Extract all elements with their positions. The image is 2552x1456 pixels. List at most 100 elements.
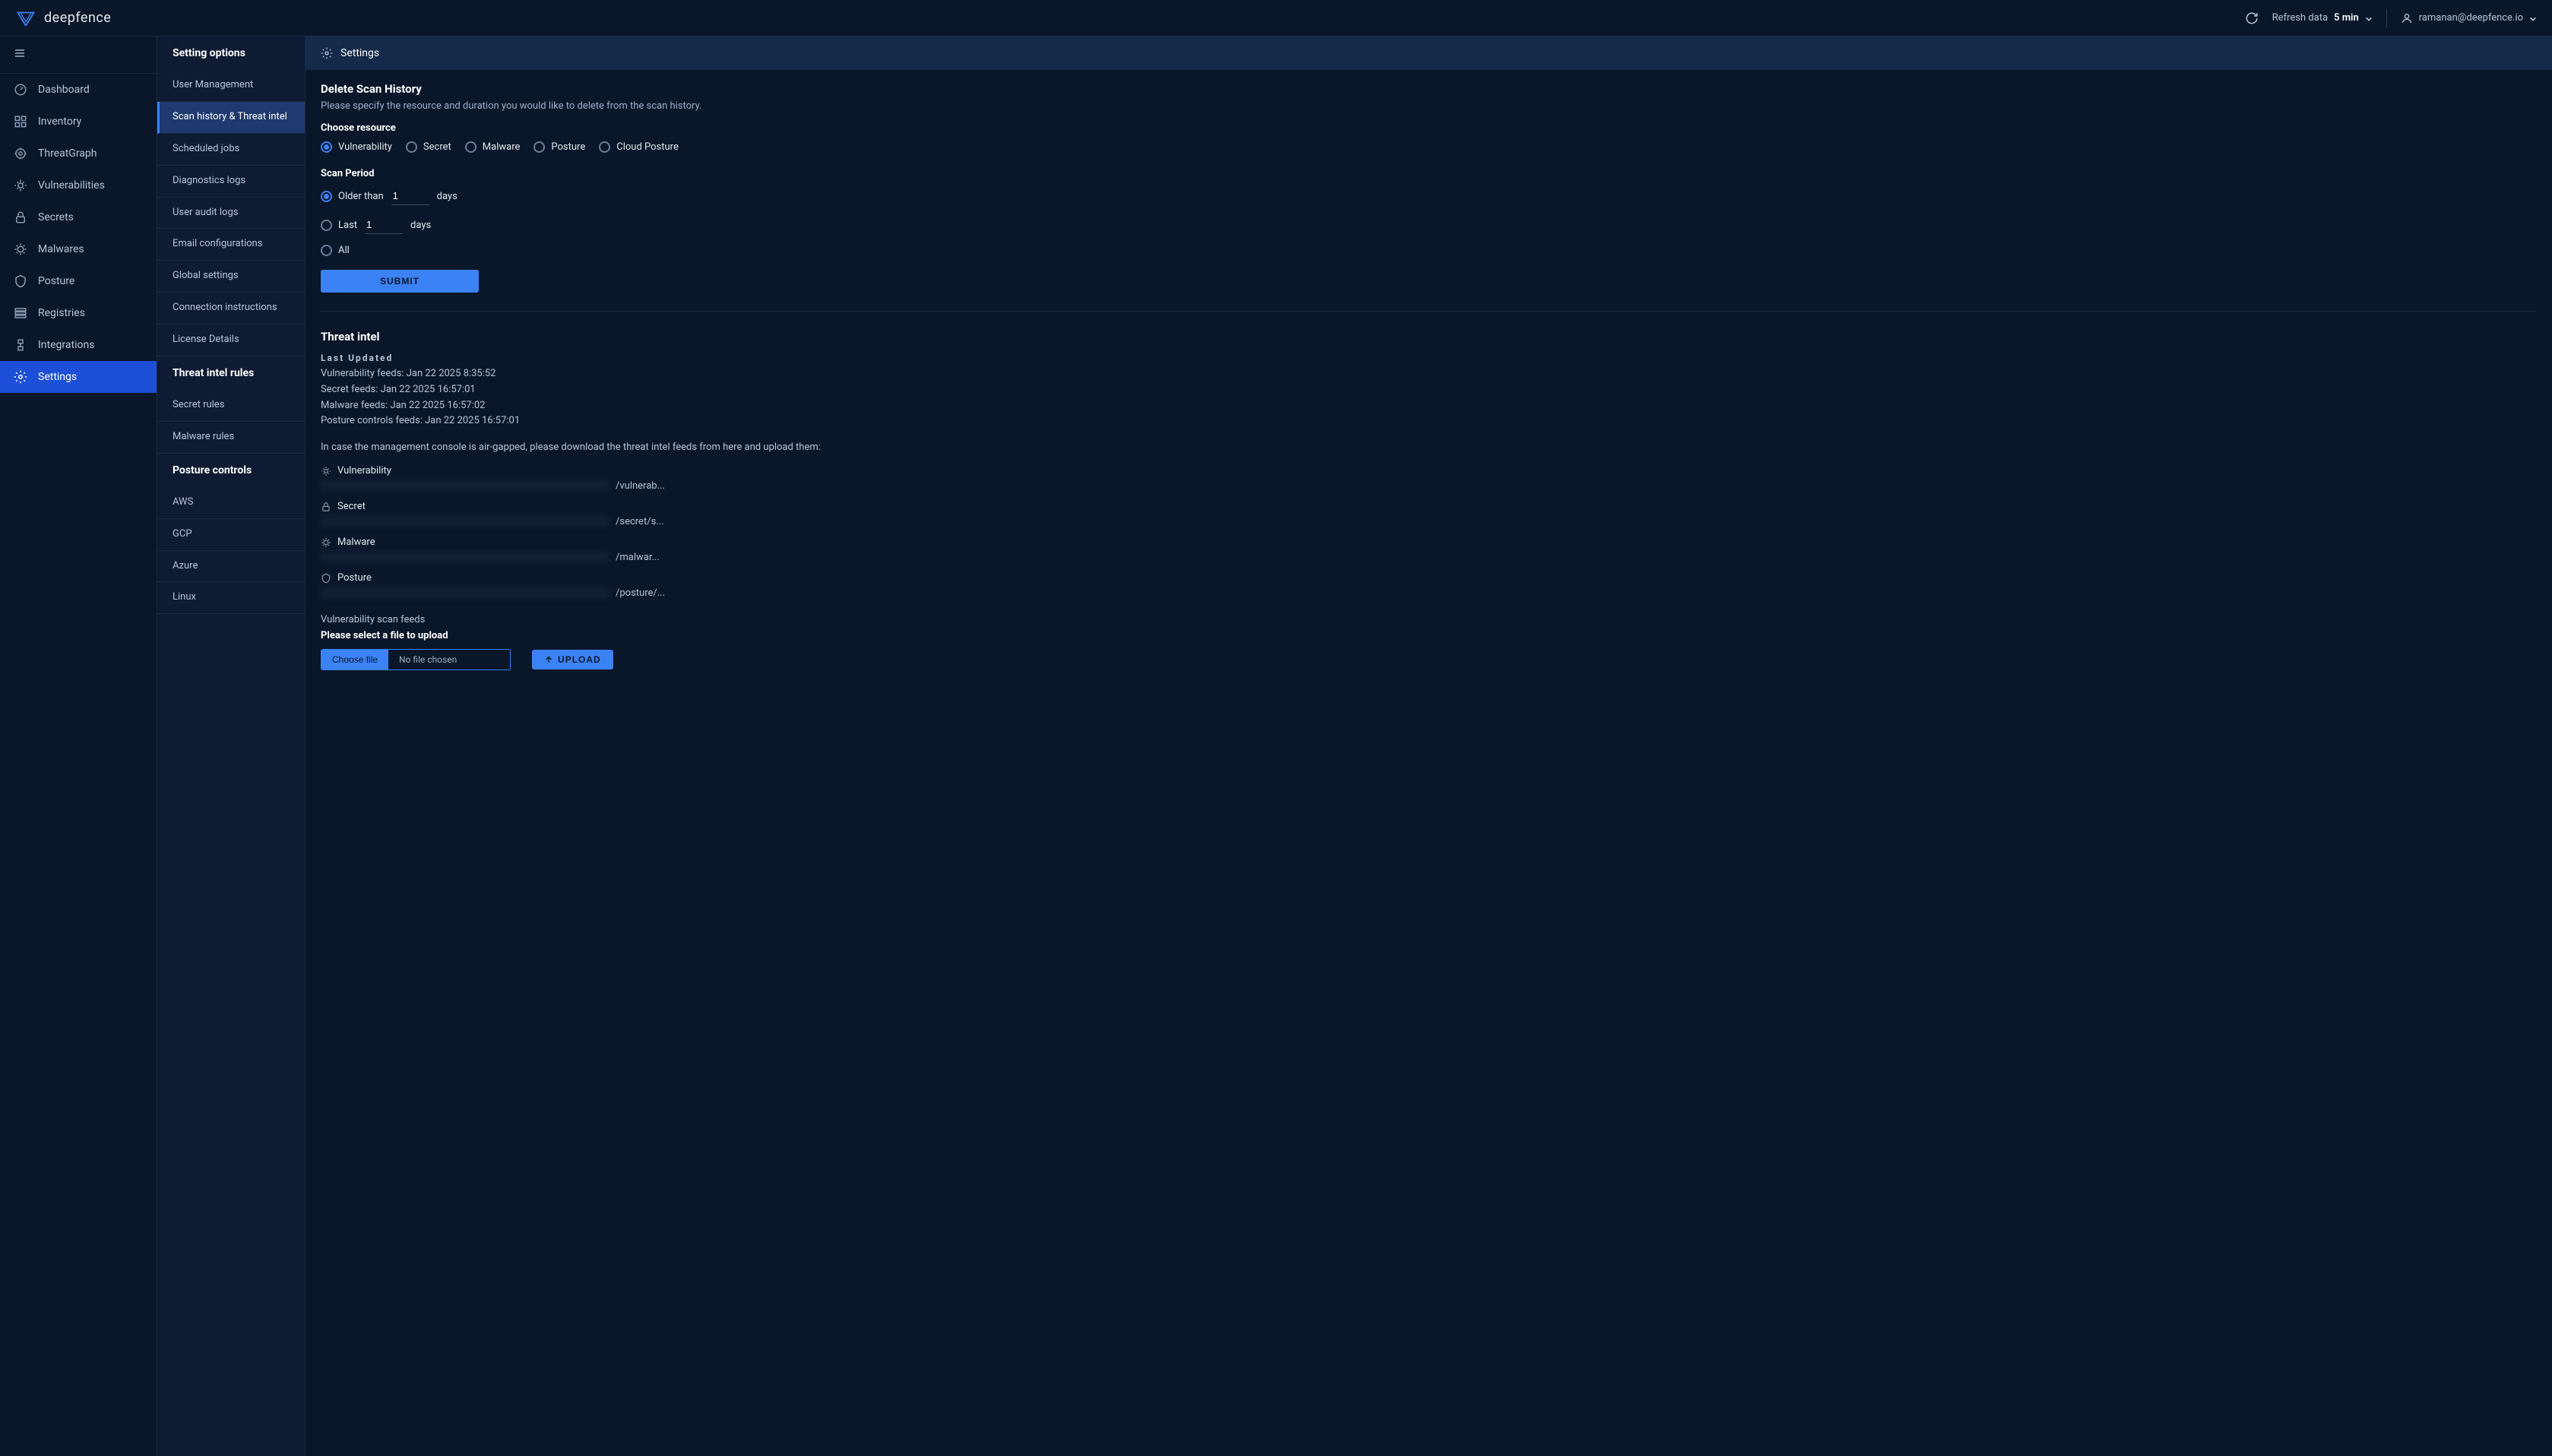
subnav-group-header: Setting options <box>157 36 305 70</box>
nav-item-integrations[interactable]: Integrations <box>0 329 157 361</box>
radio-unchecked-icon <box>599 141 610 153</box>
file-picker[interactable]: Choose file No file chosen <box>321 649 511 670</box>
shield-icon <box>321 573 331 584</box>
nav-label: Posture <box>38 275 74 287</box>
radio-unchecked-icon <box>534 141 545 153</box>
threat-intel-title: Threat intel <box>321 330 2537 343</box>
feed-timestamp: Posture controls feeds: Jan 22 2025 16:5… <box>321 413 2537 429</box>
lock-icon <box>14 210 27 224</box>
refresh-value: 5 min <box>2334 12 2359 24</box>
vuln-scan-feeds-heading: Vulnerability scan feeds <box>321 614 2537 625</box>
nav-item-dashboard[interactable]: Dashboard <box>0 74 157 106</box>
older-than-input[interactable] <box>391 187 429 205</box>
nav-label: Registries <box>38 307 85 319</box>
nav-item-posture[interactable]: Posture <box>0 265 157 297</box>
nav-item-secrets[interactable]: Secrets <box>0 201 157 233</box>
resource-radio-secret[interactable]: Secret <box>406 141 451 153</box>
subnav-item-user-audit-logs[interactable]: User audit logs <box>157 198 305 229</box>
subnav-item-email-configurations[interactable]: Email configurations <box>157 229 305 261</box>
lock-icon <box>321 502 331 512</box>
subnav-item-license-details[interactable]: License Details <box>157 324 305 356</box>
page-title: Settings <box>340 47 379 59</box>
feed-download-posture: Posture/posture/... <box>321 572 2537 599</box>
chevron-down-icon <box>2365 14 2373 22</box>
radio-checked-icon <box>321 191 332 202</box>
subnav-item-aws[interactable]: AWS <box>157 487 305 519</box>
user-icon <box>2401 12 2413 24</box>
malware-icon <box>14 242 27 256</box>
feed-url-tail[interactable]: /malwar... <box>616 552 660 563</box>
subnav-group-header: Threat intel rules <box>157 356 305 390</box>
delete-history-title: Delete Scan History <box>321 82 2537 96</box>
nav-item-vulnerabilities[interactable]: Vulnerabilities <box>0 169 157 201</box>
nav-item-inventory[interactable]: Inventory <box>0 106 157 138</box>
feed-url-tail[interactable]: /vulnerab... <box>616 480 665 492</box>
feed-url-redacted <box>321 551 610 563</box>
subnav-item-scan-history-threat-intel[interactable]: Scan history & Threat intel <box>157 102 305 134</box>
dashboard-icon <box>14 83 27 97</box>
file-chosen-label: No file chosen <box>388 650 510 669</box>
hamburger-icon <box>14 47 26 59</box>
feed-timestamp: Malware feeds: Jan 22 2025 16:57:02 <box>321 398 2537 414</box>
nav-label: Malwares <box>38 243 84 255</box>
divider <box>321 311 2537 312</box>
resource-radio-posture[interactable]: Posture <box>534 141 585 153</box>
subnav-item-user-management[interactable]: User Management <box>157 70 305 102</box>
period-last-radio[interactable]: Last <box>321 220 357 231</box>
user-menu[interactable]: ramanan@deepfence.io <box>2401 12 2537 24</box>
nav-item-registries[interactable]: Registries <box>0 297 157 329</box>
last-input[interactable] <box>365 216 403 234</box>
brand-logo[interactable]: deepfence <box>15 10 111 27</box>
feed-url-redacted <box>321 480 610 492</box>
upload-button[interactable]: UPLOAD <box>532 650 613 669</box>
delete-history-desc: Please specify the resource and duration… <box>321 100 2537 112</box>
feed-url-tail[interactable]: /posture/... <box>616 587 665 599</box>
nav-item-malwares[interactable]: Malwares <box>0 233 157 265</box>
subnav-item-malware-rules[interactable]: Malware rules <box>157 422 305 454</box>
nav-label: Vulnerabilities <box>38 179 105 191</box>
shield-icon <box>14 274 27 288</box>
resource-radio-vulnerability[interactable]: Vulnerability <box>321 141 392 153</box>
subnav-item-azure[interactable]: Azure <box>157 551 305 583</box>
nav-item-threatgraph[interactable]: ThreatGraph <box>0 138 157 169</box>
subnav-item-scheduled-jobs[interactable]: Scheduled jobs <box>157 134 305 166</box>
refresh-label: Refresh data <box>2272 12 2328 24</box>
subnav-item-linux[interactable]: Linux <box>157 582 305 614</box>
subnav-item-connection-instructions[interactable]: Connection instructions <box>157 293 305 324</box>
gear-icon <box>321 47 333 59</box>
sidebar-toggle[interactable] <box>0 36 157 74</box>
integration-icon <box>14 338 27 352</box>
choose-file-button[interactable]: Choose file <box>321 650 388 669</box>
subnav-item-diagnostics-logs[interactable]: Diagnostics logs <box>157 166 305 198</box>
radio-unchecked-icon <box>406 141 417 153</box>
resource-radio-cloud-posture[interactable]: Cloud Posture <box>599 141 679 153</box>
refresh-icon[interactable] <box>2245 11 2259 25</box>
feed-timestamp: Secret feeds: Jan 22 2025 16:57:01 <box>321 382 2537 398</box>
registry-icon <box>14 306 27 320</box>
feed-timestamp: Vulnerability feeds: Jan 22 2025 8:35:52 <box>321 366 2537 382</box>
upload-icon <box>544 655 553 664</box>
nav-label: Secrets <box>38 211 74 223</box>
period-all-radio[interactable]: All <box>321 245 350 256</box>
feed-url-tail[interactable]: /secret/s... <box>616 516 664 527</box>
threatgraph-icon <box>14 147 27 160</box>
brand-name: deepfence <box>44 10 111 26</box>
deepfence-logo-icon <box>15 10 36 27</box>
choose-resource-label: Choose resource <box>321 122 2537 134</box>
period-older-than-radio[interactable]: Older than <box>321 191 384 202</box>
submit-button[interactable]: SUBMIT <box>321 270 479 293</box>
refresh-data-selector[interactable]: Refresh data 5 min <box>2272 12 2373 24</box>
user-email: ramanan@deepfence.io <box>2419 12 2523 24</box>
subnav-item-secret-rules[interactable]: Secret rules <box>157 390 305 422</box>
vulnerability-icon <box>321 466 331 476</box>
resource-radio-malware[interactable]: Malware <box>465 141 521 153</box>
subnav-group-header: Posture controls <box>157 454 305 487</box>
nav-label: Integrations <box>38 339 94 351</box>
nav-label: Dashboard <box>38 84 90 96</box>
radio-unchecked-icon <box>321 220 332 231</box>
feed-url-redacted <box>321 587 610 599</box>
nav-label: Settings <box>38 371 77 383</box>
subnav-item-global-settings[interactable]: Global settings <box>157 261 305 293</box>
subnav-item-gcp[interactable]: GCP <box>157 519 305 551</box>
nav-item-settings[interactable]: Settings <box>0 361 157 393</box>
